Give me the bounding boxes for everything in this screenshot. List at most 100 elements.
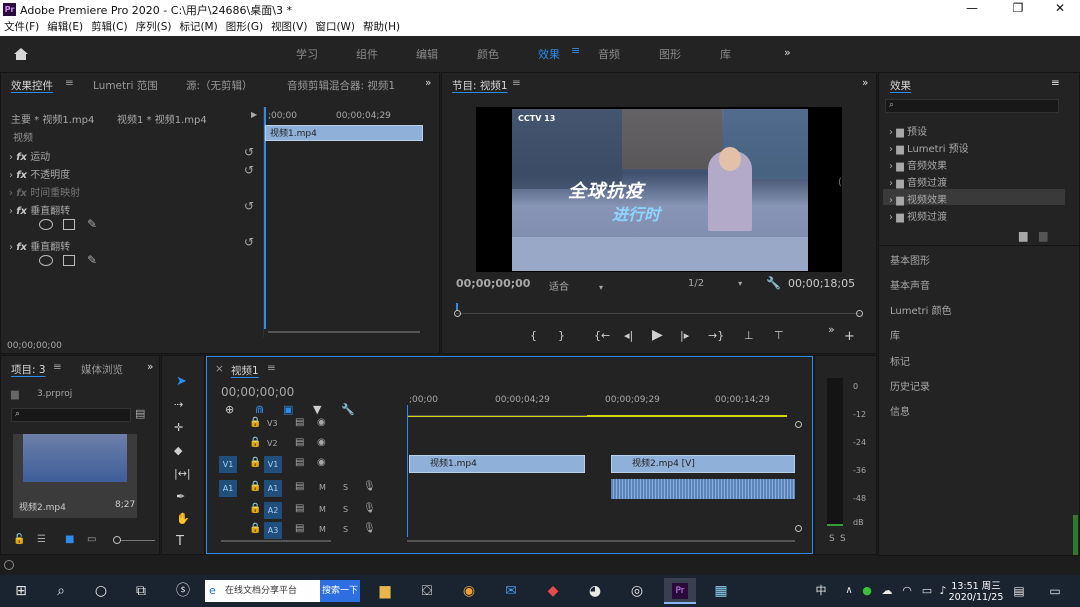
premiere-taskbar-button[interactable]: Pr: [664, 578, 696, 604]
razor-tool-icon[interactable]: ◆: [174, 444, 182, 457]
effect-row-vertical-flip-2[interactable]: › fx 垂直翻转: [9, 238, 70, 253]
ime-indicator[interactable]: 中: [810, 580, 832, 602]
zoom-slider[interactable]: [115, 540, 155, 541]
eye-icon[interactable]: ◉: [317, 437, 326, 448]
menu-window[interactable]: 窗口(W): [315, 21, 355, 33]
ripple-edit-tool-icon[interactable]: ✛: [174, 421, 183, 434]
windows-start-icon[interactable]: ⊞: [10, 580, 32, 602]
panel-menu-icon[interactable]: ≡: [53, 361, 62, 373]
mail-icon[interactable]: ✉: [500, 580, 522, 602]
clock-time[interactable]: 13:51 周三: [946, 578, 1006, 592]
search-icon[interactable]: ⌕: [50, 580, 72, 602]
icon-view-icon[interactable]: ■: [65, 534, 74, 545]
panel-menu-icon[interactable]: ≡: [1051, 77, 1060, 89]
workspace-editing[interactable]: 编辑: [416, 46, 438, 62]
sync-lock-icon[interactable]: ▤: [295, 457, 304, 468]
pen-mask-icon[interactable]: ✎: [87, 253, 97, 267]
section-lumetri-color[interactable]: Lumetri 颜色: [890, 302, 952, 317]
program-scrub-bar[interactable]: [454, 303, 863, 317]
track-lock-icon[interactable]: 🔒: [249, 457, 261, 468]
panel-overflow-icon[interactable]: »: [147, 361, 153, 373]
sequence-tab[interactable]: 视频1: [231, 363, 259, 378]
mini-scrollbar[interactable]: [268, 331, 420, 333]
clock-date[interactable]: 2020/11/25: [946, 592, 1006, 603]
workspace-color[interactable]: 颜色: [477, 46, 499, 62]
video-frame[interactable]: CCTV 13 全球抗疫 进行时 (: [476, 107, 842, 272]
app-icon[interactable]: ⓢ: [172, 580, 194, 602]
menu-sequence[interactable]: 序列(S): [136, 21, 172, 33]
menu-edit[interactable]: 编辑(E): [47, 21, 83, 33]
mute-button[interactable]: M: [319, 483, 326, 492]
effect-row-opacity[interactable]: › fx 不透明度: [9, 166, 70, 181]
folder-presets[interactable]: › ▆ 预设: [889, 123, 927, 138]
reset-icon[interactable]: ↺: [244, 199, 254, 213]
track-lock-icon[interactable]: 🔒: [249, 437, 261, 448]
track-target-a3[interactable]: A3: [264, 522, 282, 539]
vertical-scroll-handle[interactable]: [795, 525, 802, 532]
solo-button[interactable]: S: [343, 505, 348, 514]
mute-button[interactable]: M: [319, 525, 326, 534]
track-target-v1[interactable]: V1: [264, 456, 282, 473]
hand-tool-icon[interactable]: ✋: [176, 512, 190, 525]
mute-button[interactable]: M: [319, 505, 326, 514]
tray-app-icon[interactable]: ●: [856, 580, 878, 602]
solo-button[interactable]: S: [343, 525, 348, 534]
freeform-view-icon[interactable]: ▭: [87, 534, 96, 545]
file-explorer-icon[interactable]: ▆: [374, 580, 396, 602]
ellipse-mask-icon[interactable]: [39, 255, 53, 266]
extract-icon[interactable]: ⊤: [774, 329, 784, 342]
clip-video2[interactable]: 视频2.mp4 [V]: [611, 455, 795, 473]
project-search-input[interactable]: ⌕: [11, 408, 131, 422]
scrollbar[interactable]: [1073, 515, 1078, 555]
store-icon[interactable]: ⛋: [416, 580, 438, 602]
clip-audio2[interactable]: [611, 479, 795, 499]
workspace-libraries[interactable]: 库: [720, 46, 731, 62]
effects-panel-title[interactable]: 效果: [890, 78, 911, 93]
home-icon[interactable]: [12, 46, 30, 62]
cortana-icon[interactable]: ○: [90, 580, 112, 602]
section-markers[interactable]: 标记: [890, 353, 910, 368]
ellipse-mask-icon[interactable]: [39, 219, 53, 230]
tab-project[interactable]: 项目: 3: [11, 362, 46, 377]
zoom-handle-left[interactable]: [454, 310, 461, 317]
tab-source[interactable]: 源:（无剪辑）: [186, 78, 253, 93]
section-info[interactable]: 信息: [890, 403, 910, 418]
step-back-icon[interactable]: ◂|: [624, 329, 633, 342]
section-history[interactable]: 历史记录: [890, 378, 930, 393]
menu-graphics[interactable]: 图形(G): [226, 21, 263, 33]
voice-over-icon[interactable]: 🎙: [363, 503, 376, 514]
track-lock-icon[interactable]: 🔒: [249, 503, 261, 514]
section-libraries[interactable]: 库: [890, 327, 900, 342]
workspace-assembly[interactable]: 组件: [356, 46, 378, 62]
workspace-audio[interactable]: 音频: [598, 46, 620, 62]
program-monitor-title[interactable]: 节目: 视频1: [452, 78, 508, 93]
reset-icon[interactable]: ↺: [244, 163, 254, 177]
list-view-icon[interactable]: ☰: [37, 534, 46, 545]
new-search-bin-icon[interactable]: ▤: [135, 407, 145, 420]
solo-button[interactable]: S: [343, 483, 348, 492]
sync-lock-icon[interactable]: ▤: [295, 481, 304, 492]
close-button[interactable]: ✕: [1040, 1, 1080, 15]
panel-overflow-icon[interactable]: »: [862, 77, 868, 89]
button-editor-icon[interactable]: +: [844, 329, 855, 344]
zoom-slider-handle[interactable]: [113, 536, 121, 544]
effect-timecode[interactable]: 00;00;00;00: [7, 341, 62, 351]
section-essential-graphics[interactable]: 基本图形: [890, 252, 930, 267]
panel-menu-icon[interactable]: ≡: [267, 362, 276, 374]
eye-icon[interactable]: ◉: [317, 457, 326, 468]
sync-lock-icon[interactable]: ▤: [295, 437, 304, 448]
delete-icon[interactable]: ▆: [1039, 229, 1047, 242]
tray-app-icon[interactable]: ☁: [876, 580, 898, 602]
lock-icon[interactable]: 🔓: [13, 534, 25, 545]
play-icon[interactable]: ▶: [652, 327, 663, 343]
more-workspaces-icon[interactable]: »: [784, 46, 791, 59]
app-icon[interactable]: ▦: [710, 580, 732, 602]
mark-out-icon[interactable]: }: [558, 329, 565, 342]
app-icon[interactable]: ◆: [542, 580, 564, 602]
effect-row-motion[interactable]: › fx 运动: [9, 148, 50, 163]
menu-marker[interactable]: 标记(M): [179, 21, 217, 33]
track-target-a2[interactable]: A2: [264, 502, 282, 519]
app-icon[interactable]: ◎: [626, 580, 648, 602]
menu-file[interactable]: 文件(F): [4, 21, 39, 33]
notification-icon[interactable]: ▭: [1044, 580, 1066, 602]
